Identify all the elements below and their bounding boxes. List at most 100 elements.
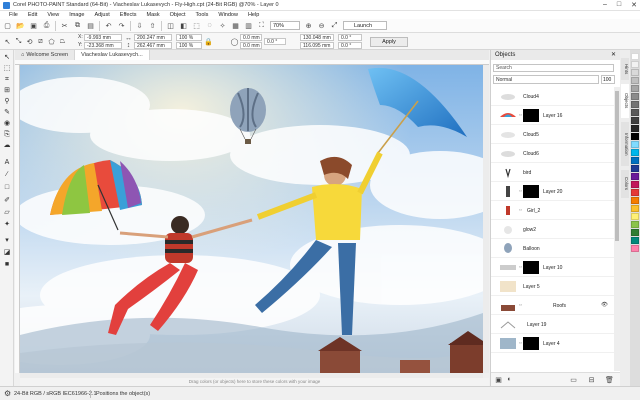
- scrollbar-thumb[interactable]: [615, 91, 619, 241]
- layer-row[interactable]: Balloon: [491, 239, 614, 258]
- side-tab-objects[interactable]: Objects: [621, 84, 629, 118]
- select-mode-icon[interactable]: ↖: [3, 37, 12, 46]
- skew-a-field[interactable]: 0.0 °: [338, 34, 362, 41]
- color-swatch[interactable]: [631, 205, 639, 212]
- x-position-field[interactable]: -9.993 mm: [84, 34, 122, 41]
- menu-tools[interactable]: Tools: [191, 12, 214, 18]
- zoom-level-select[interactable]: 70%: [270, 21, 300, 30]
- rectangle-mask-tool-icon[interactable]: ⬚: [2, 64, 12, 73]
- layer-row[interactable]: ⇔ Layer 20: [491, 182, 614, 201]
- open-icon[interactable]: 📂: [16, 21, 25, 30]
- canvas-vertical-scrollbar[interactable]: [483, 65, 489, 373]
- color-swatch-icon[interactable]: ■: [2, 260, 12, 269]
- color-swatch[interactable]: [631, 69, 639, 76]
- color-swatch[interactable]: [631, 221, 639, 228]
- menu-mask[interactable]: Mask: [142, 12, 165, 18]
- layer-row[interactable]: Layer 5: [491, 277, 614, 296]
- color-swatch[interactable]: [631, 149, 639, 156]
- scale-x-field[interactable]: 100 %: [176, 34, 202, 41]
- link-icon[interactable]: ⇔: [518, 207, 523, 213]
- crop-tool-icon[interactable]: ⌗: [2, 75, 12, 84]
- pick-tool-icon[interactable]: ↖: [2, 53, 12, 62]
- zoom-out-icon[interactable]: ⊖: [317, 21, 326, 30]
- apply-button[interactable]: Apply: [370, 37, 408, 47]
- group-icon[interactable]: ⊟: [587, 375, 596, 384]
- paste-icon[interactable]: ▤: [86, 21, 95, 30]
- wand-icon[interactable]: ✧: [218, 21, 227, 30]
- color-swatch[interactable]: [631, 61, 639, 68]
- distort-mode-icon[interactable]: ⬠: [47, 37, 56, 46]
- paint-tool-icon[interactable]: ✐: [2, 196, 12, 205]
- full-screen-icon[interactable]: ⛶: [257, 21, 266, 30]
- size-a-field[interactable]: 130.048 mm: [300, 34, 334, 41]
- clone-tool-icon[interactable]: ⎘: [2, 130, 12, 139]
- menu-view[interactable]: View: [42, 12, 64, 18]
- color-swatch[interactable]: [631, 189, 639, 196]
- menu-image[interactable]: Image: [64, 12, 89, 18]
- print-icon[interactable]: ⎙: [42, 21, 51, 30]
- lock-ratio-icon[interactable]: 🔒: [204, 37, 213, 46]
- minimize-icon[interactable]: –: [603, 1, 607, 9]
- color-swatch[interactable]: [631, 157, 639, 164]
- color-swatch[interactable]: [631, 125, 639, 132]
- skew-b-field[interactable]: 0.0 °: [338, 42, 362, 49]
- layer-row[interactable]: ⇔ Roofs 👁: [491, 296, 614, 315]
- layer-row[interactable]: Cloud4: [491, 87, 614, 106]
- y-position-field[interactable]: -23.368 mm: [84, 42, 122, 49]
- transparency-tool-icon[interactable]: ◪: [2, 248, 12, 257]
- new-icon[interactable]: ▢: [3, 21, 12, 30]
- red-eye-tool-icon[interactable]: ◉: [2, 119, 12, 128]
- zoom-tool-icon[interactable]: ⚲: [2, 97, 12, 106]
- color-swatch[interactable]: [631, 77, 639, 84]
- menu-edit[interactable]: Edit: [23, 12, 42, 18]
- eyedropper-tool-icon[interactable]: ✎: [2, 108, 12, 117]
- color-swatch[interactable]: [631, 85, 639, 92]
- objects-search-input[interactable]: Search: [493, 64, 614, 72]
- side-tab-colors[interactable]: Colors: [621, 170, 629, 198]
- text-tool-icon[interactable]: A: [2, 158, 12, 167]
- undo-icon[interactable]: ↶: [104, 21, 113, 30]
- layer-row[interactable]: Layer 19: [491, 315, 614, 334]
- docker-close-icon[interactable]: ✕: [611, 50, 616, 60]
- visibility-eye-icon[interactable]: 👁: [601, 302, 608, 308]
- mask-transform-icon[interactable]: ⊞: [2, 86, 12, 95]
- color-swatch[interactable]: [631, 237, 639, 244]
- redo-icon[interactable]: ↷: [117, 21, 126, 30]
- menu-object[interactable]: Object: [165, 12, 191, 18]
- copy-icon[interactable]: ⧉: [73, 21, 82, 30]
- launch-dropdown[interactable]: Launch: [343, 21, 387, 30]
- gear-icon[interactable]: ⚙: [4, 389, 11, 398]
- color-swatch[interactable]: [631, 109, 639, 116]
- color-swatch[interactable]: [631, 53, 639, 60]
- export-icon[interactable]: ⇧: [148, 21, 157, 30]
- color-swatch[interactable]: [631, 117, 639, 124]
- menu-file[interactable]: File: [4, 12, 23, 18]
- menu-effects[interactable]: Effects: [115, 12, 142, 18]
- layer-row[interactable]: ⇔ Layer 10: [491, 258, 614, 277]
- cut-icon[interactable]: ✂: [60, 21, 69, 30]
- width-field[interactable]: 200.247 mm: [134, 34, 172, 41]
- marquee-icon[interactable]: ⬚: [192, 21, 201, 30]
- close-icon[interactable]: ✕: [631, 1, 637, 9]
- tab-welcome-screen[interactable]: ⌂ Welcome Screen: [15, 50, 76, 60]
- rectangle-tool-icon[interactable]: □: [2, 183, 12, 192]
- smear-tool-icon[interactable]: ☁: [2, 141, 12, 150]
- color-swatch[interactable]: [631, 197, 639, 204]
- perspective-mode-icon[interactable]: ⏢: [58, 37, 67, 46]
- image-canvas[interactable]: [20, 65, 483, 373]
- scale-y-field[interactable]: 100 %: [176, 42, 202, 49]
- size-b-field[interactable]: 116.095 mm: [300, 42, 334, 49]
- side-tab-information[interactable]: Information: [621, 122, 629, 166]
- mask-icon[interactable]: ◫: [166, 21, 175, 30]
- tab-document[interactable]: Viacheslav Lukasevych...: [75, 50, 150, 60]
- zoom-in-icon[interactable]: ⊕: [304, 21, 313, 30]
- fit-icon[interactable]: ⤢: [330, 21, 339, 30]
- fill-tool-icon[interactable]: ▾: [2, 236, 12, 245]
- eraser-tool-icon[interactable]: ▱: [2, 208, 12, 217]
- layer-row[interactable]: ⇔ Layer 16: [491, 106, 614, 125]
- layer-row[interactable]: bird: [491, 163, 614, 182]
- position-b-field[interactable]: 0.0 mm: [240, 42, 262, 49]
- object-icon[interactable]: ◧: [179, 21, 188, 30]
- line-tool-icon[interactable]: ∕: [2, 170, 12, 179]
- rotate-mode-icon[interactable]: ⟲: [25, 37, 34, 46]
